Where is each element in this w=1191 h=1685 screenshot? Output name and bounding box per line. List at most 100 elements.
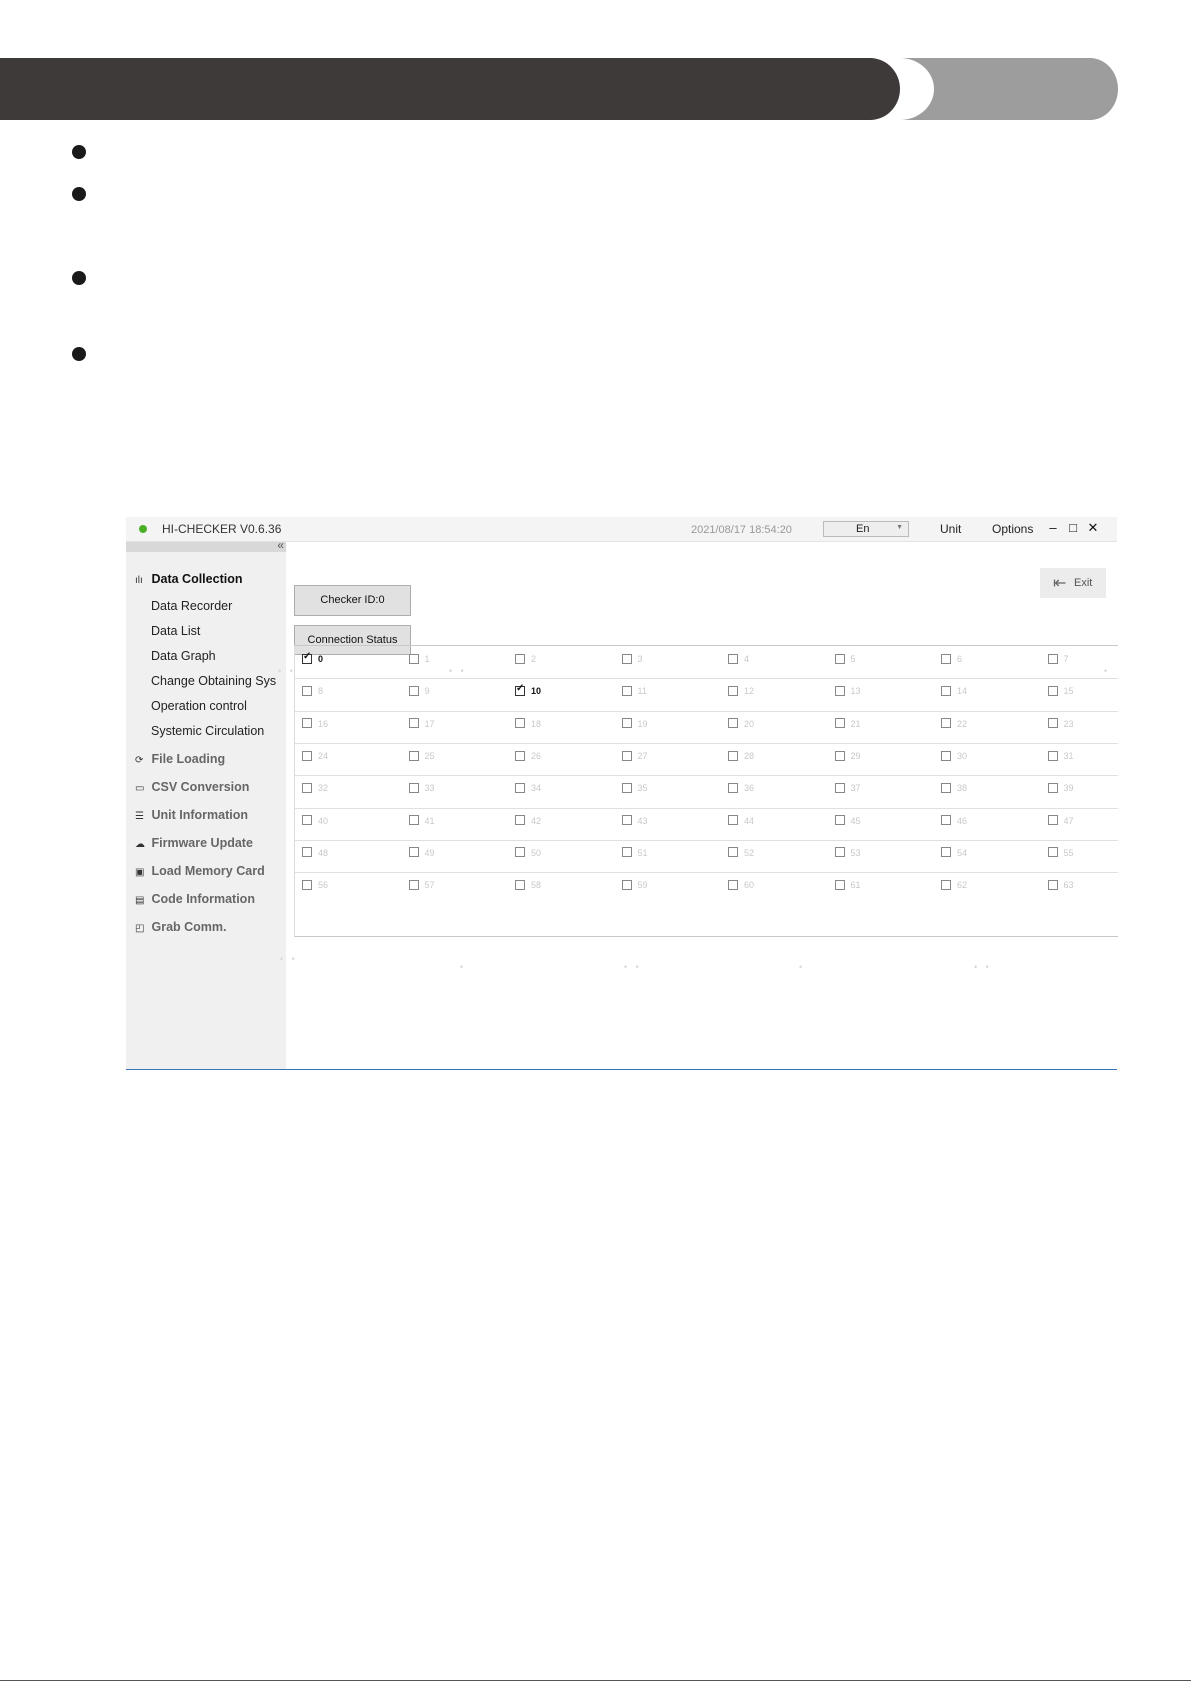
unit-checkbox-36[interactable]: 36 [728,782,754,794]
checkbox-box[interactable] [834,782,845,793]
nav-change-obtaining-sys[interactable]: Change Obtaining Sys [151,674,276,688]
checkbox-box[interactable] [408,847,419,858]
checkbox-box[interactable] [408,718,419,729]
unit-checkbox-46[interactable]: 46 [941,815,967,827]
nav-code-information[interactable]: ▤ Code Information [135,892,255,906]
unit-checkbox-56[interactable]: 56 [302,879,328,891]
minimize-icon[interactable]: – [1046,520,1060,535]
unit-checkbox-42[interactable]: 42 [515,815,541,827]
checkbox-box[interactable] [515,683,525,696]
nav-unit-information[interactable]: ☰ Unit Information [135,808,248,822]
checkbox-box[interactable] [621,685,632,696]
unit-checkbox-12[interactable]: 12 [728,685,754,697]
unit-checkbox-25[interactable]: 25 [408,750,435,762]
unit-checkbox-33[interactable]: 33 [408,782,435,794]
checkbox-box[interactable] [728,782,738,793]
checkbox-box[interactable] [1047,685,1058,696]
nav-data-graph[interactable]: Data Graph [151,649,216,663]
checkbox-box[interactable] [834,847,845,858]
checkbox-box[interactable] [515,879,525,890]
nav-systemic-circulation[interactable]: Systemic Circulation [151,724,264,738]
unit-checkbox-47[interactable]: 47 [1047,815,1074,827]
checkbox-box[interactable] [408,685,419,696]
checkbox-box[interactable] [941,782,951,793]
unit-checkbox-53[interactable]: 53 [834,847,861,859]
unit-checkbox-4[interactable]: 4 [728,653,749,665]
checkbox-box[interactable] [834,653,845,664]
checkbox-box[interactable] [515,750,525,761]
checkbox-box[interactable] [408,653,419,664]
checkbox-box[interactable] [1047,782,1058,793]
collapse-icon[interactable]: « [277,538,284,552]
nav-data-recorder[interactable]: Data Recorder [151,599,232,613]
checkbox-box[interactable] [621,653,632,664]
checkbox-box[interactable] [621,847,632,858]
checkbox-box[interactable] [408,782,419,793]
unit-checkbox-6[interactable]: 6 [941,653,962,665]
unit-checkbox-7[interactable]: 7 [1047,653,1069,665]
unit-checkbox-3[interactable]: 3 [621,653,643,665]
sidebar-collapse-bar[interactable]: « [126,538,286,552]
checkbox-box[interactable] [515,782,525,793]
checkbox-box[interactable] [302,718,312,729]
unit-checkbox-29[interactable]: 29 [834,750,861,762]
checkbox-box[interactable] [1047,847,1058,858]
unit-checkbox-59[interactable]: 59 [621,879,648,891]
checkbox-box[interactable] [515,815,525,826]
unit-checkbox-60[interactable]: 60 [728,879,754,891]
unit-checkbox-61[interactable]: 61 [834,879,861,891]
unit-checkbox-22[interactable]: 22 [941,718,967,730]
checkbox-box[interactable] [515,847,525,858]
nav-grab-comm[interactable]: ◰ Grab Comm. [135,920,227,934]
checkbox-box[interactable] [302,651,312,664]
checkbox-box[interactable] [834,879,845,890]
unit-checkbox-30[interactable]: 30 [941,750,967,762]
unit-checkbox-9[interactable]: 9 [408,685,430,697]
unit-checkbox-39[interactable]: 39 [1047,782,1074,794]
checkbox-box[interactable] [621,782,632,793]
unit-checkbox-15[interactable]: 15 [1047,685,1074,697]
unit-checkbox-32[interactable]: 32 [302,782,328,794]
unit-checkbox-10[interactable]: 10 [515,683,541,697]
checkbox-box[interactable] [728,750,738,761]
checkbox-box[interactable] [834,750,845,761]
unit-checkbox-44[interactable]: 44 [728,815,754,827]
checkbox-box[interactable] [728,847,738,858]
unit-checkbox-23[interactable]: 23 [1047,718,1074,730]
unit-checkbox-52[interactable]: 52 [728,847,754,859]
unit-checkbox-26[interactable]: 26 [515,750,541,762]
checkbox-box[interactable] [1047,653,1058,664]
unit-checkbox-31[interactable]: 31 [1047,750,1074,762]
close-icon[interactable]: ✕ [1086,520,1100,536]
checkbox-box[interactable] [515,653,525,664]
exit-button[interactable]: ⇤ Exit [1040,568,1106,598]
checkbox-box[interactable] [941,815,951,826]
checkbox-box[interactable] [302,815,312,826]
unit-checkbox-17[interactable]: 17 [408,718,435,730]
checkbox-box[interactable] [302,879,312,890]
unit-checkbox-14[interactable]: 14 [941,685,967,697]
checkbox-box[interactable] [941,685,951,696]
unit-checkbox-18[interactable]: 18 [515,718,541,730]
checkbox-box[interactable] [621,718,632,729]
nav-firmware-update[interactable]: ☁ Firmware Update [135,836,253,850]
checkbox-box[interactable] [941,653,951,664]
unit-checkbox-40[interactable]: 40 [302,815,328,827]
unit-checkbox-16[interactable]: 16 [302,718,328,730]
maximize-icon[interactable]: □ [1066,520,1080,535]
unit-checkbox-34[interactable]: 34 [515,782,541,794]
unit-checkbox-57[interactable]: 57 [408,879,435,891]
nav-load-memory-card[interactable]: ▣ Load Memory Card [135,864,265,878]
nav-operation-control[interactable]: Operation control [151,699,247,713]
checkbox-box[interactable] [941,750,951,761]
checkbox-box[interactable] [1047,750,1058,761]
checkbox-box[interactable] [1047,815,1058,826]
checkbox-box[interactable] [302,782,312,793]
unit-checkbox-5[interactable]: 5 [834,653,856,665]
unit-checkbox-8[interactable]: 8 [302,685,323,697]
checkbox-box[interactable] [941,718,951,729]
unit-checkbox-21[interactable]: 21 [834,718,861,730]
unit-checkbox-27[interactable]: 27 [621,750,648,762]
unit-checkbox-1[interactable]: 1 [408,653,430,665]
checkbox-box[interactable] [302,847,312,858]
